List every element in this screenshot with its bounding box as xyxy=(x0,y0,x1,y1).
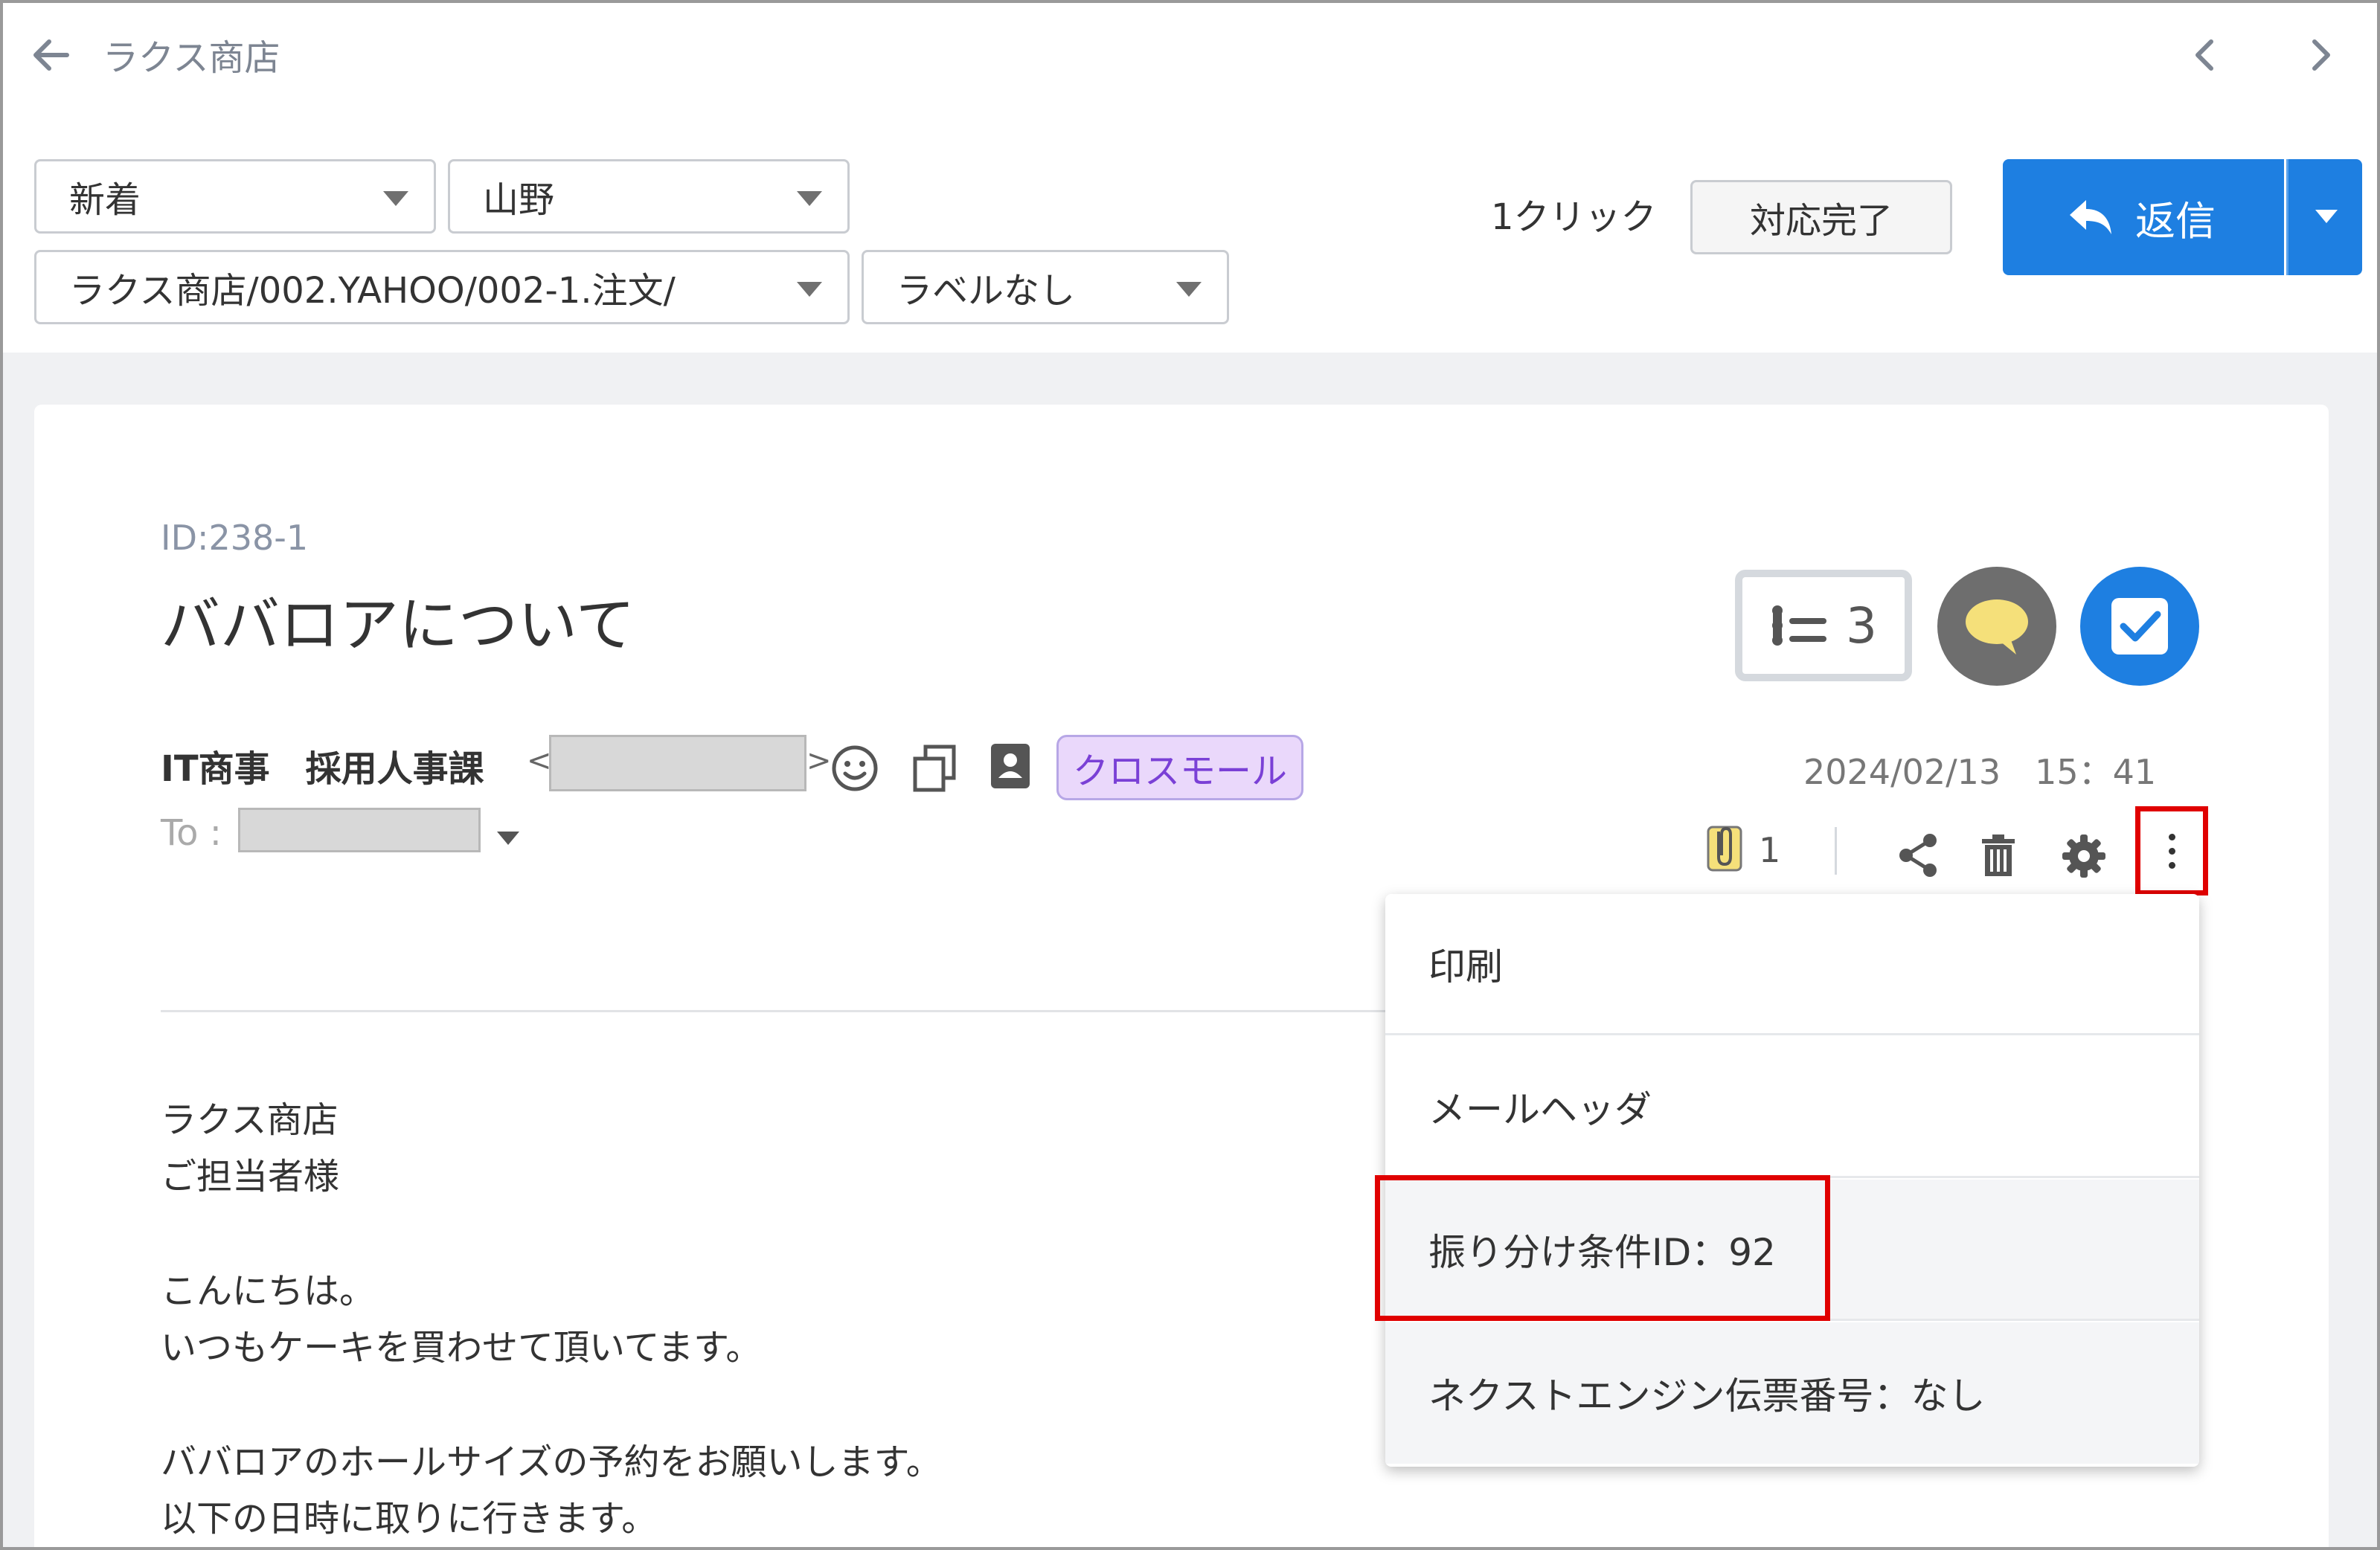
masked-sender-email xyxy=(549,735,806,791)
more-options-button[interactable] xyxy=(2135,806,2208,895)
reply-options-button[interactable] xyxy=(2286,159,2362,275)
mail-body-line: ラクス商店 xyxy=(161,1099,339,1141)
task-count-button[interactable]: 3 xyxy=(1735,570,1912,681)
comment-button[interactable] xyxy=(1937,567,2056,686)
more-dot xyxy=(2168,833,2175,840)
reply-icon xyxy=(2070,200,2111,234)
shop-tag[interactable]: クロスモール xyxy=(1056,735,1303,800)
copy-icon[interactable] xyxy=(912,744,957,793)
chevron-left-icon[interactable] xyxy=(2183,33,2227,77)
trash-icon[interactable] xyxy=(1980,833,2016,878)
to-label: To : xyxy=(161,812,222,854)
chevron-down-icon xyxy=(797,282,822,297)
mail-body-line: 以下の日時に取りに行きます。 xyxy=(161,1498,658,1540)
task-list-icon xyxy=(1772,605,1826,646)
mail-body-line: ご担当者様 xyxy=(161,1156,340,1197)
highlight-box xyxy=(1375,1175,1830,1321)
contact-card-icon[interactable] xyxy=(989,742,1031,790)
menu-item-print[interactable]: 印刷 xyxy=(1385,894,2199,1035)
app-window: ラクス商店 新着 山野 ラクス商店/002.YAHOO/002-1.注文/ ラベ… xyxy=(0,0,2380,1550)
email-bracket-close: > xyxy=(806,744,832,778)
header-divider xyxy=(161,1010,1388,1012)
mail-body-line: ババロアのホールサイズの予約をお願いします。 xyxy=(161,1441,942,1483)
mail-date: 2024/02/13 15：41 xyxy=(1803,752,2157,792)
chevron-down-icon xyxy=(797,191,822,206)
reply-button-label: 返信 xyxy=(2135,197,2216,245)
masked-recipient xyxy=(238,808,481,852)
sender-name: IT商事 採用人事課 xyxy=(161,748,484,790)
gear-icon[interactable] xyxy=(2061,833,2107,879)
chevron-down-icon[interactable] xyxy=(497,832,519,845)
attachment-count: 1 xyxy=(1759,830,1781,870)
assignee-select-value: 山野 xyxy=(483,179,555,221)
toolbar-divider xyxy=(1835,827,1837,875)
done-button[interactable]: 対応完了 xyxy=(1690,180,1952,254)
mail-body-line: いつもケーキを買わせて頂いてます。 xyxy=(161,1327,762,1369)
folder-select[interactable]: ラクス商店/002.YAHOO/002-1.注文/ xyxy=(34,250,850,324)
label-select[interactable]: ラベルなし xyxy=(862,250,1229,324)
status-select[interactable]: 新着 xyxy=(34,159,436,234)
menu-item-next-engine-slip[interactable]: ネクストエンジン伝票番号：なし xyxy=(1385,1322,2199,1464)
label-select-value: ラベルなし xyxy=(896,270,1076,312)
email-bracket-open: < xyxy=(527,744,552,778)
back-arrow-icon[interactable] xyxy=(28,33,73,77)
menu-item-mail-header[interactable]: メールヘッダ xyxy=(1385,1037,2199,1178)
assignee-select[interactable]: 山野 xyxy=(448,159,850,234)
chevron-down-icon xyxy=(2315,210,2338,223)
oneclick-label: 1クリック xyxy=(1491,196,1657,238)
mail-id: ID:238-1 xyxy=(161,518,309,558)
paperclip-icon[interactable] xyxy=(1705,821,1744,873)
smile-icon[interactable] xyxy=(830,744,879,793)
reply-button[interactable]: 返信 xyxy=(2003,159,2284,275)
chevron-down-icon xyxy=(383,191,408,206)
mail-subject: ババロアについて xyxy=(161,591,635,660)
task-count: 3 xyxy=(1846,596,1877,655)
more-dot xyxy=(2168,861,2175,869)
chevron-right-icon[interactable] xyxy=(2298,33,2343,77)
top-bar: ラクス商店 新着 山野 ラクス商店/002.YAHOO/002-1.注文/ ラベ… xyxy=(3,3,2377,353)
more-dot xyxy=(2168,847,2175,855)
mail-body-line: こんにちは。 xyxy=(161,1270,376,1312)
speech-bubble-icon xyxy=(1966,599,2028,655)
share-icon[interactable] xyxy=(1897,833,1939,878)
checkbox-checked-icon xyxy=(2111,598,2168,655)
folder-select-value: ラクス商店/002.YAHOO/002-1.注文/ xyxy=(69,270,676,312)
complete-check-button[interactable] xyxy=(2080,567,2199,686)
chevron-down-icon xyxy=(1176,282,1202,297)
status-select-value: 新着 xyxy=(69,179,141,221)
shop-title: ラクス商店 xyxy=(103,37,280,79)
